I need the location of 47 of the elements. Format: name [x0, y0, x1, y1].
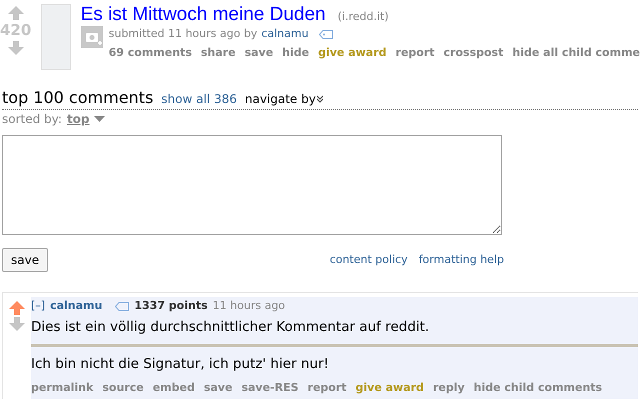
- author-link[interactable]: calnamu: [261, 26, 309, 42]
- help-link[interactable]: content policy: [330, 252, 408, 268]
- collapse-toggle[interactable]: [–]: [31, 298, 46, 314]
- comment-input-field[interactable]: [2, 135, 502, 235]
- author-link[interactable]: calnamu: [50, 298, 102, 314]
- action-link[interactable]: give award: [356, 380, 424, 396]
- comment-points: 1337 points: [134, 298, 208, 314]
- tag-icon[interactable]: [115, 302, 130, 311]
- save-button[interactable]: save: [2, 248, 48, 272]
- post-domain: (i.redd.it): [338, 9, 389, 25]
- action-link[interactable]: hide: [282, 44, 310, 61]
- upvote-arrow-icon[interactable]: [8, 6, 24, 20]
- action-link[interactable]: save-RES: [241, 380, 299, 396]
- double-chevron-icon: [316, 95, 323, 103]
- comment-text: Dies ist ein völlig durchschnittlicher Kommentar auf reddit.: [31, 318, 430, 336]
- submitted-text: submitted 11 hours ago by: [108, 26, 258, 42]
- action-link[interactable]: save: [244, 44, 274, 61]
- signature-text: Ich bin nicht die Signatur, ich putz' hier nur!: [31, 354, 330, 374]
- action-link[interactable]: permalink: [31, 380, 94, 396]
- post-title[interactable]: Es ist Mittwoch meine Duden: [80, 4, 326, 26]
- comment-time: 11 hours ago: [212, 298, 286, 314]
- upvote-arrow-icon[interactable]: [9, 301, 25, 315]
- help-link[interactable]: formatting help: [418, 252, 504, 268]
- action-link[interactable]: reply: [432, 380, 465, 396]
- action-link[interactable]: report: [308, 380, 347, 396]
- tag-icon[interactable]: [318, 30, 333, 39]
- navigate-by-link[interactable]: navigate by: [244, 90, 323, 108]
- caret-icon: [94, 116, 105, 122]
- action-link[interactable]: crosspost: [444, 44, 504, 61]
- action-link[interactable]: source: [102, 380, 144, 396]
- action-link[interactable]: give award: [318, 44, 387, 61]
- action-link[interactable]: 69 comments: [108, 44, 192, 61]
- show-all-link[interactable]: show all 386: [161, 90, 237, 108]
- camera-icon: [80, 26, 103, 48]
- action-link[interactable]: embed: [152, 380, 195, 396]
- action-link[interactable]: share: [200, 44, 236, 61]
- comments-heading: top 100 comments: [2, 88, 154, 108]
- downvote-arrow-icon[interactable]: [9, 317, 25, 331]
- downvote-arrow-icon[interactable]: [8, 41, 24, 55]
- action-link[interactable]: report: [396, 44, 435, 61]
- post-score: 420: [0, 23, 32, 38]
- thumbnail-image[interactable]: [41, 4, 71, 70]
- action-link[interactable]: save: [204, 380, 232, 396]
- sort-dropdown[interactable]: top: [66, 110, 105, 128]
- action-link[interactable]: hide child comments: [474, 380, 602, 396]
- action-link[interactable]: hide all child comme: [512, 44, 640, 61]
- sorted-by-label: sorted by:: [2, 111, 62, 128]
